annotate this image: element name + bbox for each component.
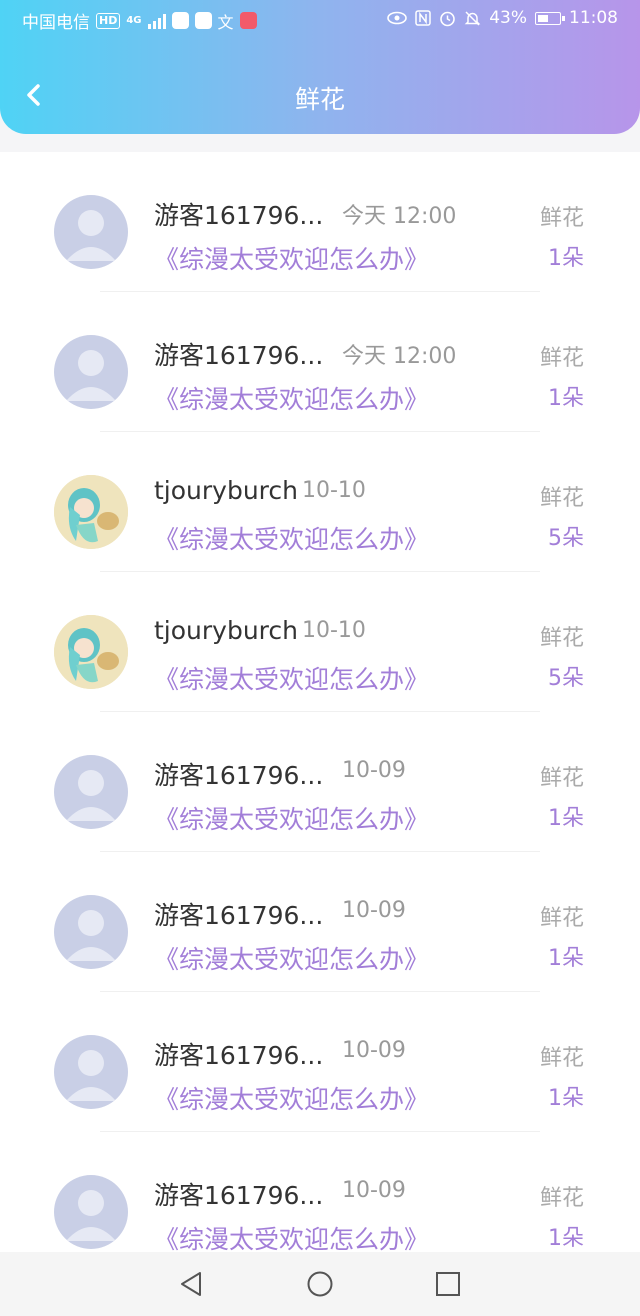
user-name: tjouryburch xyxy=(154,616,298,645)
book-title: 《综漫太受欢迎怎么办》 xyxy=(154,805,430,834)
gift-time: 10-09 xyxy=(342,1038,406,1063)
book-title: 《综漫太受欢迎怎么办》 xyxy=(154,1225,430,1252)
user-name: 游客161796... xyxy=(154,201,324,230)
book-title: 《综漫太受欢迎怎么办》 xyxy=(154,1085,430,1114)
user-name: 游客161796... xyxy=(154,341,324,370)
list-item[interactable]: 游客161796... 10-09 《综漫太受欢迎怎么办》 鲜花 1朵 xyxy=(0,712,640,852)
user-name: 游客161796... xyxy=(154,901,324,930)
mute-icon xyxy=(464,10,481,26)
system-nav-bar xyxy=(0,1252,640,1316)
gift-type-label: 鲜花 xyxy=(539,626,584,651)
home-circle-icon[interactable] xyxy=(302,1266,338,1302)
back-triangle-icon[interactable] xyxy=(174,1266,210,1302)
app-red-icon xyxy=(239,12,257,29)
eye-icon xyxy=(387,11,408,25)
gift-type-label: 鲜花 xyxy=(539,1046,584,1071)
network-type: 4G xyxy=(126,15,142,26)
default-avatar[interactable] xyxy=(54,195,128,269)
list-item[interactable]: 游客161796... 10-09 《综漫太受欢迎怎么办》 鲜花 1朵 xyxy=(0,1132,640,1252)
gift-count: 5朵 xyxy=(548,666,584,691)
gift-type-label: 鲜花 xyxy=(539,766,584,791)
gift-count: 1朵 xyxy=(548,806,584,831)
gift-time: 今天 12:00 xyxy=(342,344,457,369)
gift-count: 1朵 xyxy=(548,246,584,271)
header-bar: 中国电信 HD 4G 文 43% 11:08 鲜花 xyxy=(0,0,640,134)
flower-record-list[interactable]: 游客161796... 今天 12:00 《综漫太受欢迎怎么办》 鲜花 1朵 游… xyxy=(0,152,640,1252)
user-name: 游客161796... xyxy=(154,1041,324,1070)
book-title: 《综漫太受欢迎怎么办》 xyxy=(154,665,430,694)
book-title: 《综漫太受欢迎怎么办》 xyxy=(154,525,430,554)
carrier-label: 中国电信 xyxy=(22,13,90,33)
chat-notification-icon xyxy=(194,12,212,29)
gift-count: 1朵 xyxy=(548,386,584,411)
default-avatar[interactable] xyxy=(54,335,128,409)
recents-square-icon[interactable] xyxy=(430,1266,466,1302)
gift-time: 10-09 xyxy=(342,1178,406,1203)
battery-percent: 43% xyxy=(489,8,527,28)
battery-icon xyxy=(535,11,565,25)
hd-badge: HD xyxy=(96,12,121,29)
list-item[interactable]: 游客161796... 今天 12:00 《综漫太受欢迎怎么办》 鲜花 1朵 xyxy=(0,292,640,432)
gift-type-label: 鲜花 xyxy=(539,206,584,231)
app-notification-icon xyxy=(171,12,189,29)
default-avatar[interactable] xyxy=(54,895,128,969)
translate-icon: 文 xyxy=(217,12,234,32)
page-title: 鲜花 xyxy=(294,85,345,114)
gift-count: 1朵 xyxy=(548,1226,584,1251)
list-item[interactable]: 游客161796... 今天 12:00 《综漫太受欢迎怎么办》 鲜花 1朵 xyxy=(0,152,640,292)
gift-time: 10-10 xyxy=(302,618,366,643)
list-item[interactable]: 游客161796... 10-09 《综漫太受欢迎怎么办》 鲜花 1朵 xyxy=(0,852,640,992)
gift-time: 10-09 xyxy=(342,758,406,783)
gift-count: 1朵 xyxy=(548,946,584,971)
anime-avatar[interactable] xyxy=(54,615,128,689)
list-item[interactable]: tjouryburch 10-10 《综漫太受欢迎怎么办》 鲜花 5朵 xyxy=(0,432,640,572)
default-avatar[interactable] xyxy=(54,1035,128,1109)
alarm-icon xyxy=(440,11,456,26)
user-name: tjouryburch xyxy=(154,476,298,505)
default-avatar[interactable] xyxy=(54,1175,128,1249)
gift-count: 1朵 xyxy=(548,1086,584,1111)
nfc-icon xyxy=(415,10,431,26)
gift-type-label: 鲜花 xyxy=(539,486,584,511)
default-avatar[interactable] xyxy=(54,755,128,829)
user-name: 游客161796... xyxy=(154,1181,324,1210)
clock-time: 11:08 xyxy=(569,8,618,28)
book-title: 《综漫太受欢迎怎么办》 xyxy=(154,385,430,414)
gift-type-label: 鲜花 xyxy=(539,346,584,371)
signal-icon xyxy=(147,13,166,29)
list-item[interactable]: 游客161796... 10-09 《综漫太受欢迎怎么办》 鲜花 1朵 xyxy=(0,992,640,1132)
gift-type-label: 鲜花 xyxy=(539,906,584,931)
user-name: 游客161796... xyxy=(154,761,324,790)
anime-avatar[interactable] xyxy=(54,475,128,549)
gift-count: 5朵 xyxy=(548,526,584,551)
gift-type-label: 鲜花 xyxy=(539,1186,584,1211)
gift-time: 10-10 xyxy=(302,478,366,503)
book-title: 《综漫太受欢迎怎么办》 xyxy=(154,945,430,974)
gift-time: 10-09 xyxy=(342,898,406,923)
gift-time: 今天 12:00 xyxy=(342,204,457,229)
status-bar: 中国电信 HD 4G 文 43% 11:08 xyxy=(0,0,640,40)
list-item[interactable]: tjouryburch 10-10 《综漫太受欢迎怎么办》 鲜花 5朵 xyxy=(0,572,640,712)
book-title: 《综漫太受欢迎怎么办》 xyxy=(154,245,430,274)
